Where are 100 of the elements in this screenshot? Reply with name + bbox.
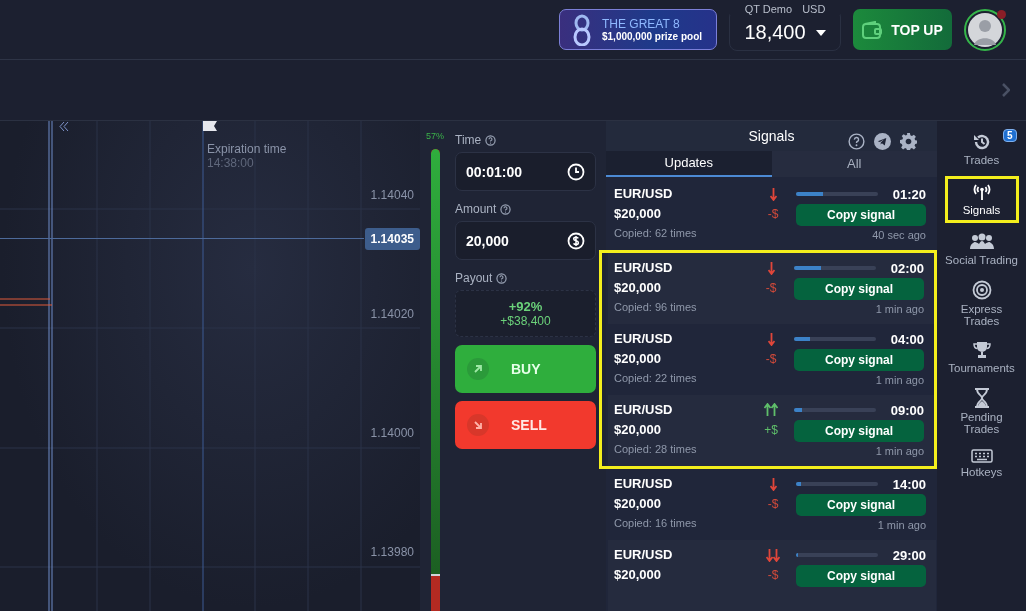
telegram-icon[interactable] [874, 133, 891, 150]
arrow-down-right-icon [467, 414, 489, 436]
currency-label: USD [802, 2, 826, 15]
sidebar-item[interactable]: Pending Trades [944, 384, 1019, 439]
currency-pair: EUR/USD [614, 475, 674, 493]
signal-time: 09:00 [890, 402, 924, 418]
clock-icon[interactable] [567, 162, 585, 181]
payout-label: Payout [455, 271, 493, 285]
sidebar-item[interactable]: Trades 5 [944, 129, 1019, 170]
signals-tab[interactable]: All [771, 150, 937, 177]
currency-pair: EUR/USD [614, 330, 674, 348]
arrow-down-icon [766, 548, 780, 562]
sidebar-item[interactable]: Social Trading [944, 229, 1019, 270]
sentiment-reading: 57% [426, 131, 444, 141]
arrow-up-icon [764, 403, 778, 417]
direction-sign: -$ [767, 497, 779, 511]
signal-age: 1 min ago [874, 445, 924, 457]
top-up-button[interactable]: TOP UP [853, 9, 952, 50]
antenna-icon [972, 183, 991, 201]
arrow-up-right-icon [467, 358, 489, 380]
promo-subtitle: $1,000,000 prize pool [602, 31, 703, 42]
signal-amount: $20,000 [614, 421, 662, 439]
currency-pair: EUR/USD [614, 259, 674, 277]
sidebar-item[interactable]: Hotkeys [944, 445, 1019, 482]
copy-signal-button[interactable]: Copy signal [796, 494, 926, 516]
signal-time: 04:00 [890, 331, 924, 347]
signal-amount: $20,000 [614, 566, 662, 584]
arrow-down-icon [769, 477, 777, 491]
people-icon [969, 233, 994, 251]
signal-time: 14:00 [892, 476, 926, 492]
direction-sign: -$ [765, 352, 777, 366]
sidebar-item[interactable]: Signals [944, 176, 1019, 223]
amount-field[interactable]: 20,000 [455, 221, 596, 260]
account-label: QT Demo [744, 2, 793, 15]
target-icon [971, 280, 992, 300]
price-axis-label: 1.13980 [370, 545, 414, 559]
crystal-eight-icon [572, 13, 592, 46]
help-icon[interactable] [500, 203, 512, 215]
expiration-time: 14:38:00 [207, 156, 255, 170]
price-axis-label: 1.14020 [370, 307, 414, 321]
current-price-tag: 1.14035 [364, 228, 420, 250]
signal-amount: $20,000 [614, 279, 662, 297]
settings-icon[interactable] [900, 133, 917, 150]
direction-sign: -$ [765, 281, 777, 295]
payout-percent: +92% [508, 299, 543, 314]
signal-time: 02:00 [890, 260, 924, 276]
copied-count: Copied: 62 times [614, 227, 698, 239]
amount-label: Amount [455, 202, 497, 216]
payout-profit: +$38,400 [500, 314, 551, 328]
expiration-label: Expiration time [207, 142, 287, 156]
promo-title: THE GREAT 8 [602, 17, 681, 31]
copy-signal-button[interactable]: Copy signal [796, 204, 926, 226]
signal-amount: $20,000 [614, 495, 662, 513]
copied-count: Copied: 22 times [614, 372, 698, 384]
signals-tab[interactable]: Updates [606, 150, 772, 177]
caret-icon [815, 29, 826, 36]
copy-signal-button[interactable]: Copy signal [796, 565, 926, 587]
help-icon[interactable] [485, 134, 497, 146]
price-axis-label: 1.14000 [370, 426, 414, 440]
copy-signal-button[interactable]: Copy signal [794, 420, 924, 442]
count-badge: 5 [1002, 129, 1017, 142]
copied-count: Copied: 96 times [614, 301, 698, 313]
help-icon[interactable] [496, 272, 508, 284]
copy-signal-button[interactable]: Copy signal [794, 278, 924, 300]
copied-count: Copied: 16 times [614, 517, 698, 529]
trophy-icon [972, 341, 991, 359]
time-label: Time [455, 133, 482, 147]
arrow-down-icon [767, 261, 775, 275]
currency-pair: EUR/USD [614, 401, 674, 419]
currency-pair: EUR/USD [614, 185, 674, 203]
direction-sign: -$ [767, 568, 779, 582]
signal-age: 40 sec ago [871, 229, 926, 241]
promo-banner[interactable]: THE GREAT 8 $1,000,000 prize pool [559, 9, 717, 50]
wallet-icon [862, 20, 883, 39]
sidebar-item[interactable]: Express Trades [944, 276, 1019, 331]
signal-time: 29:00 [892, 547, 926, 563]
arrow-down-icon [767, 332, 775, 346]
signals-title: Signals [748, 127, 795, 144]
signal-amount: $20,000 [614, 350, 662, 368]
direction-sign: -$ [767, 207, 779, 221]
sidebar-item[interactable]: Tournaments [944, 337, 1019, 378]
signal-amount: $20,000 [614, 205, 662, 223]
hourglass-icon [973, 388, 990, 408]
price-axis-label: 1.14040 [370, 188, 414, 202]
signal-age: 1 min ago [874, 303, 924, 315]
keyboard-icon [970, 449, 993, 463]
help-icon[interactable] [848, 133, 865, 150]
dollar-icon[interactable] [567, 231, 585, 250]
avatar[interactable] [964, 8, 1006, 51]
arrow-down-icon [769, 187, 777, 201]
direction-sign: +$ [764, 423, 778, 437]
signal-age: 1 min ago [874, 374, 924, 386]
time-field[interactable]: 00:01:00 [455, 152, 596, 191]
signal-age: 1 min ago [876, 519, 926, 531]
signal-time: 01:20 [892, 186, 926, 202]
copy-signal-button[interactable]: Copy signal [794, 349, 924, 371]
copied-count: Copied: 28 times [614, 443, 698, 455]
currency-pair: EUR/USD [614, 546, 674, 564]
history-icon [972, 133, 991, 151]
double-chevron-icon [59, 122, 69, 131]
